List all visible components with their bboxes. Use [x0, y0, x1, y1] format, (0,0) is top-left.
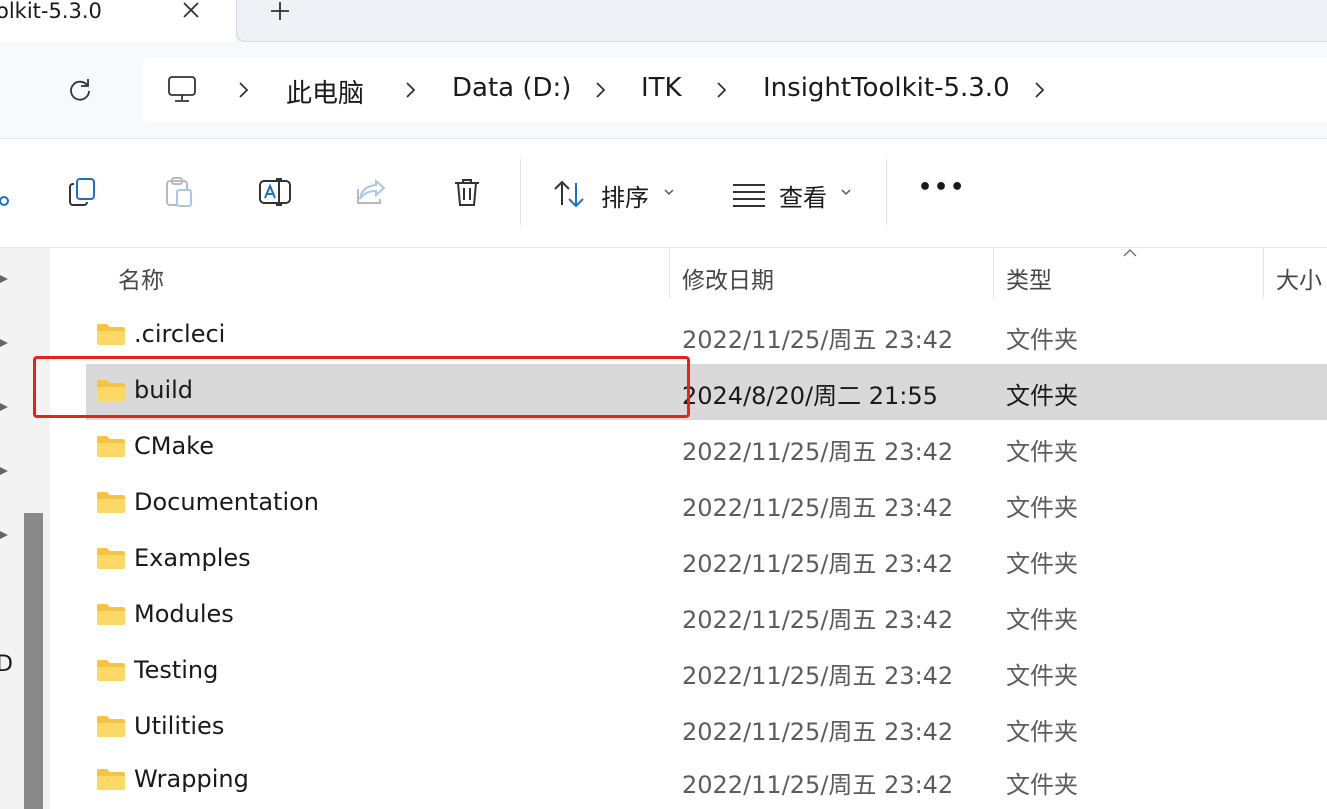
pin-icon[interactable] — [0, 336, 10, 350]
pin-icon[interactable] — [0, 400, 10, 414]
tab-strip-edge — [236, 0, 1327, 42]
file-name: Wrapping — [134, 765, 249, 793]
file-type: 文件夹 — [1006, 438, 1078, 466]
folder-icon — [97, 716, 125, 737]
file-name: Modules — [134, 600, 234, 628]
folder-icon — [97, 769, 125, 790]
tab-current[interactable]: olkit-5.3.0 — [0, 0, 236, 42]
column-size[interactable]: 大小 — [1276, 261, 1322, 295]
table-row[interactable]: Examples 2022/11/25/周五 23:42 文件夹 — [86, 532, 1327, 588]
column-divider[interactable] — [993, 248, 994, 298]
navigation-bar: 此电脑 Data (D:) ITK InsightToolkit-5.3.0 — [0, 42, 1327, 139]
share-icon[interactable] — [354, 175, 388, 209]
pin-icon[interactable] — [0, 272, 10, 286]
file-modified: 2022/11/25/周五 23:42 — [682, 718, 954, 746]
file-type: 文件夹 — [1006, 326, 1078, 354]
pin-icon[interactable] — [0, 464, 10, 478]
column-type[interactable]: 类型 — [1006, 261, 1052, 295]
table-row[interactable]: Testing 2022/11/25/周五 23:42 文件夹 — [86, 644, 1327, 700]
nav-item-label[interactable]: D — [0, 652, 13, 677]
chevron-down-icon[interactable] — [840, 187, 852, 197]
file-modified: 2022/11/25/周五 23:42 — [682, 771, 954, 799]
table-row[interactable]: CMake 2022/11/25/周五 23:42 文件夹 — [86, 420, 1327, 476]
file-type: 文件夹 — [1006, 771, 1078, 799]
file-type: 文件夹 — [1006, 382, 1078, 410]
file-name: .circleci — [134, 320, 226, 348]
cut-icon[interactable] — [0, 177, 12, 211]
column-header: 名称 修改日期 类型 大小 — [50, 248, 1327, 302]
table-row[interactable]: Documentation 2022/11/25/周五 23:42 文件夹 — [86, 476, 1327, 532]
column-divider[interactable] — [669, 248, 670, 298]
file-type: 文件夹 — [1006, 494, 1078, 522]
file-type: 文件夹 — [1006, 718, 1078, 746]
table-row[interactable]: Modules 2022/11/25/周五 23:42 文件夹 — [86, 588, 1327, 644]
file-modified: 2022/11/25/周五 23:42 — [682, 438, 954, 466]
file-name: Utilities — [134, 712, 225, 740]
folder-icon — [97, 660, 125, 681]
trash-icon[interactable] — [450, 175, 484, 209]
file-type: 文件夹 — [1006, 662, 1078, 690]
folder-icon — [97, 548, 125, 569]
table-row[interactable]: Utilities 2022/11/25/周五 23:42 文件夹 — [86, 700, 1327, 756]
folder-icon — [97, 604, 125, 625]
file-modified: 2022/11/25/周五 23:42 — [682, 550, 954, 578]
folder-icon — [97, 492, 125, 513]
breadcrumb-itk[interactable]: ITK — [641, 73, 682, 103]
rename-icon[interactable] — [258, 175, 292, 209]
file-modified: 2022/11/25/周五 23:42 — [682, 606, 954, 634]
paste-icon[interactable] — [162, 175, 196, 209]
tab-title: olkit-5.3.0 — [0, 0, 102, 23]
file-name: CMake — [134, 432, 214, 460]
sort-button[interactable]: 排序 — [601, 178, 649, 213]
file-type: 文件夹 — [1006, 550, 1078, 578]
chevron-right-icon[interactable] — [712, 80, 730, 100]
sort-icon[interactable] — [552, 177, 586, 211]
plus-icon[interactable] — [266, 0, 294, 26]
view-icon[interactable] — [732, 179, 766, 213]
breadcrumb-insighttoolkit[interactable]: InsightToolkit-5.3.0 — [763, 73, 1010, 103]
file-name: Examples — [134, 544, 251, 572]
column-divider[interactable] — [1263, 248, 1264, 298]
refresh-icon[interactable] — [66, 76, 94, 104]
computer-icon[interactable] — [166, 73, 198, 105]
column-name[interactable]: 名称 — [118, 261, 164, 295]
table-row[interactable]: build 2024/8/20/周二 21:55 文件夹 — [86, 364, 1327, 420]
chevron-right-icon[interactable] — [234, 80, 252, 100]
file-name: build — [134, 376, 194, 404]
toolbar-separator — [520, 159, 521, 225]
file-modified: 2022/11/25/周五 23:42 — [682, 326, 954, 354]
scrollbar-thumb[interactable] — [24, 513, 43, 809]
view-button[interactable]: 查看 — [779, 178, 827, 213]
more-options-button[interactable]: ••• — [918, 175, 966, 200]
copy-icon[interactable] — [66, 175, 100, 209]
breadcrumb-this-pc[interactable]: 此电脑 — [286, 73, 364, 110]
breadcrumb-data-drive[interactable]: Data (D:) — [452, 73, 571, 103]
folder-icon — [97, 324, 125, 345]
file-name: Documentation — [134, 488, 320, 516]
file-modified: 2022/11/25/周五 23:42 — [682, 494, 954, 522]
close-icon[interactable] — [178, 0, 204, 24]
chevron-right-icon[interactable] — [1030, 80, 1048, 100]
table-row[interactable]: .circleci 2022/11/25/周五 23:42 文件夹 — [86, 308, 1327, 364]
pin-icon[interactable] — [0, 528, 10, 542]
table-row[interactable]: Wrapping 2022/11/25/周五 23:42 文件夹 — [86, 753, 1327, 809]
chevron-up-icon — [1123, 249, 1137, 257]
chevron-down-icon[interactable] — [663, 187, 675, 197]
command-bar: 排序 查看 ••• — [0, 139, 1327, 248]
address-bar[interactable]: 此电脑 Data (D:) ITK InsightToolkit-5.3.0 — [142, 58, 1327, 122]
file-type: 文件夹 — [1006, 606, 1078, 634]
folder-icon — [97, 380, 125, 401]
file-name: Testing — [134, 656, 219, 684]
toolbar-separator — [886, 159, 887, 225]
chevron-right-icon[interactable] — [401, 80, 419, 100]
file-modified: 2022/11/25/周五 23:42 — [682, 662, 954, 690]
tab-bar: olkit-5.3.0 — [0, 0, 1327, 42]
file-modified: 2024/8/20/周二 21:55 — [682, 382, 938, 410]
chevron-right-icon[interactable] — [591, 80, 609, 100]
navigation-pane: D — [0, 248, 50, 809]
folder-icon — [97, 436, 125, 457]
column-modified[interactable]: 修改日期 — [682, 261, 774, 295]
